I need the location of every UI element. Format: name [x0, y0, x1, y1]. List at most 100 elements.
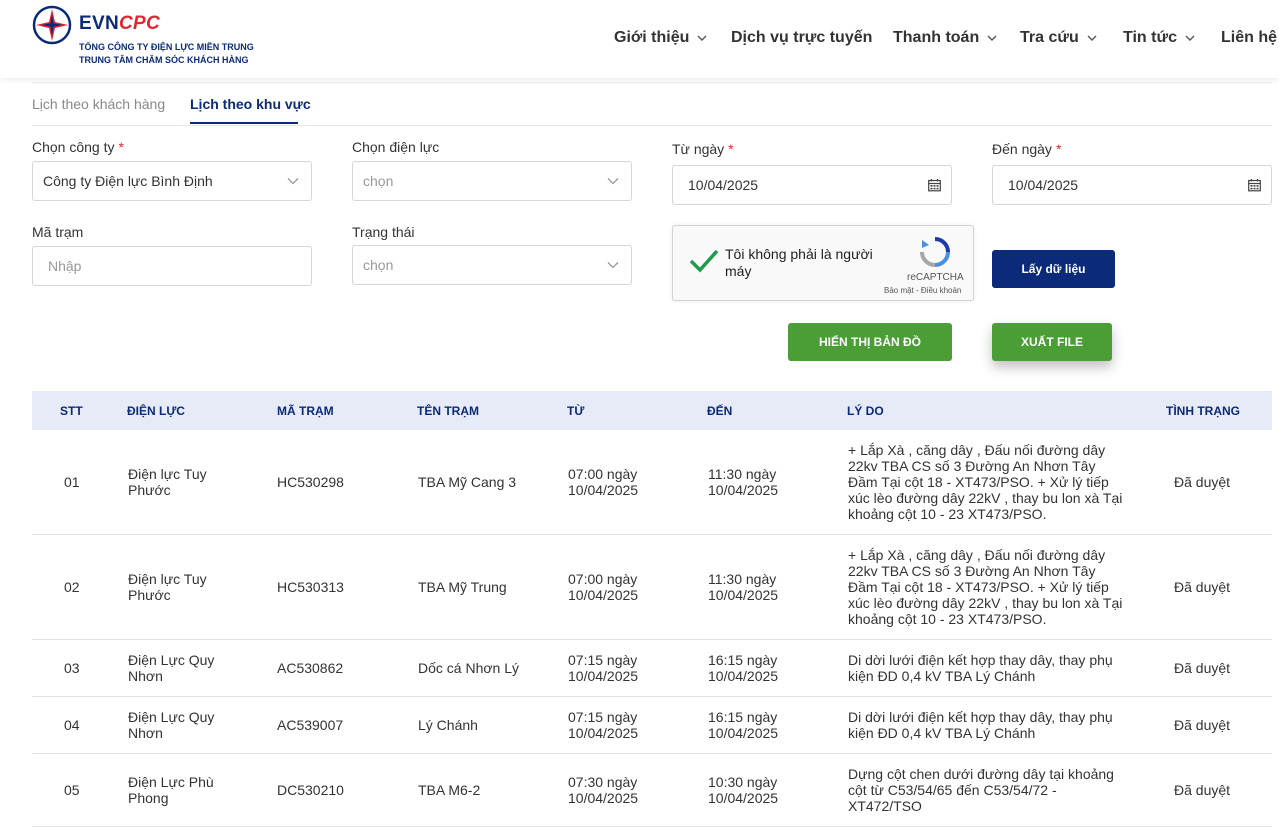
cell-ten-tram: TBA M6-2 — [418, 782, 481, 798]
cell-tu: 07:15 ngày 10/04/2025 — [568, 652, 639, 684]
table-row: 05 Điện Lực Phù Phong DC530210 TBA M6-2 … — [32, 754, 1272, 827]
cell-ly-do: Di dời lưới điện kết hợp thay dây, thay … — [848, 652, 1113, 684]
captcha-label: Tôi không phải là người máy — [725, 246, 873, 279]
cell-tu: 07:00 ngày 10/04/2025 — [568, 571, 639, 603]
chevron-down-icon — [1087, 35, 1097, 41]
cell-dien-luc: Điện Lực Phù Phong — [128, 774, 214, 806]
tab-lich-theo-khu-vuc[interactable]: Lịch theo khu vực — [190, 96, 311, 112]
checkmark-icon[interactable] — [689, 248, 719, 274]
branch-label: Chọn điện lực — [352, 139, 440, 155]
fetch-data-button[interactable]: Lấy dữ liệu — [992, 250, 1115, 288]
cell-tu: 07:00 ngày 10/04/2025 — [568, 466, 639, 498]
cell-ten-tram: TBA Mỹ Trung — [418, 579, 507, 595]
company-label: Chọn công ty * — [32, 139, 124, 155]
site-header: EVNCPC TỔNG CÔNG TY ĐIỆN LỰC MIỀN TRUNG … — [0, 0, 1279, 78]
status-label: Trạng thái — [352, 224, 415, 240]
from-date-label: Từ ngày * — [672, 141, 734, 157]
table-row: 04 Điện Lực Quy Nhơn AC539007 Lý Chánh 0… — [32, 697, 1272, 754]
cell-ma-tram: AC539007 — [277, 717, 344, 733]
cell-den: 11:30 ngày 10/04/2025 — [708, 571, 779, 603]
status-select[interactable]: chọn — [352, 245, 632, 285]
cell-stt: 01 — [64, 474, 80, 490]
cell-dien-luc: Điện lực Tuy Phước — [128, 466, 207, 498]
calendar-icon[interactable] — [928, 179, 941, 192]
nav-tin-tuc[interactable]: Tin tức — [1123, 27, 1195, 49]
cell-den: 16:15 ngày 10/04/2025 — [708, 652, 779, 684]
nav-gioi-thieu[interactable]: Giới thiệu — [614, 27, 707, 49]
cell-tinh-trang: Đã duyệt — [1174, 782, 1231, 798]
from-date-input[interactable]: 10/04/2025 — [672, 165, 952, 205]
cell-stt: 02 — [64, 579, 80, 595]
station-code-label: Mã trạm — [32, 224, 84, 240]
tab-lich-theo-khach-hang[interactable]: Lịch theo khách hàng — [32, 96, 165, 112]
table-row: 01 Điện lực Tuy Phước HC530298 TBA Mỹ Ca… — [32, 430, 1272, 535]
cell-tinh-trang: Đã duyệt — [1174, 474, 1231, 490]
nav-tra-cuu[interactable]: Tra cứu — [1020, 27, 1097, 49]
branch-select[interactable]: chọn — [352, 161, 632, 201]
cell-ten-tram: TBA Mỹ Cang 3 — [418, 474, 517, 490]
cell-stt: 04 — [64, 717, 80, 733]
cell-tu: 07:15 ngày 10/04/2025 — [568, 709, 639, 741]
recaptcha-logo-icon — [920, 237, 950, 267]
cell-ly-do: Di dời lưới điện kết hợp thay dây, thay … — [848, 709, 1113, 741]
evncpc-logo[interactable]: EVNCPC TỔNG CÔNG TY ĐIỆN LỰC MIỀN TRUNG … — [32, 5, 272, 69]
cell-ten-tram: Dốc cá Nhơn Lý — [418, 660, 520, 676]
column-header-stt: STT — [60, 404, 83, 418]
brand-name: EVNCPC — [79, 13, 160, 34]
chevron-down-icon — [1185, 35, 1195, 41]
cell-den: 10:30 ngày 10/04/2025 — [708, 774, 779, 806]
nav-lien-he[interactable]: Liên hệ — [1221, 27, 1277, 49]
chevron-down-icon — [697, 35, 707, 41]
cell-stt: 05 — [64, 782, 80, 798]
to-date-label: Đến ngày * — [992, 141, 1062, 157]
chevron-down-icon — [607, 178, 619, 185]
cell-den: 16:15 ngày 10/04/2025 — [708, 709, 779, 741]
cell-ly-do: + Lắp Xà , căng dây , Đấu nối đường dây … — [848, 547, 1123, 627]
cell-ma-tram: AC530862 — [277, 660, 344, 676]
company-name-line2: TRUNG TÂM CHĂM SÓC KHÁCH HÀNG — [79, 55, 249, 65]
column-header-ten-tram: TÊN TRẠM — [417, 404, 479, 418]
column-header-ma-tram: MÃ TRẠM — [277, 404, 334, 418]
table-row: 03 Điện Lực Quy Nhơn AC530862 Dốc cá Nhơ… — [32, 640, 1272, 697]
station-code-input[interactable] — [32, 246, 312, 286]
to-date-input[interactable]: 10/04/2025 — [992, 165, 1272, 205]
cell-tinh-trang: Đã duyệt — [1174, 717, 1231, 733]
divider — [32, 125, 1272, 126]
column-header-den: ĐẾN — [707, 404, 733, 418]
export-file-button[interactable]: XUẤT FILE — [992, 323, 1112, 361]
cell-ly-do: Dựng cột chen dưới đường dây tại khoảng … — [848, 766, 1114, 814]
divider — [32, 82, 1272, 83]
evn-star-icon — [32, 5, 72, 45]
column-header-dien-luc: ĐIỆN LỰC — [127, 404, 185, 418]
cell-den: 11:30 ngày 10/04/2025 — [708, 466, 779, 498]
cell-ly-do: + Lắp Xà , căng dây , Đấu nối đường dây … — [848, 442, 1123, 522]
column-header-tu: TỪ — [567, 404, 585, 418]
column-header-ly-do: LÝ DO — [847, 404, 884, 418]
show-map-button[interactable]: HIỂN THỊ BẢN ĐỒ — [788, 323, 952, 361]
cell-tinh-trang: Đã duyệt — [1174, 660, 1231, 676]
chevron-down-icon — [607, 262, 619, 269]
company-name-line1: TỔNG CÔNG TY ĐIỆN LỰC MIỀN TRUNG — [79, 42, 254, 52]
column-header-tinh-trang: TÌNH TRẠNG — [1166, 404, 1240, 418]
cell-tinh-trang: Đã duyệt — [1174, 579, 1231, 595]
company-select[interactable]: Công ty Điện lực Bình Định — [32, 161, 312, 201]
cell-dien-luc: Điện lực Tuy Phước — [128, 571, 207, 603]
cell-dien-luc: Điện Lực Quy Nhơn — [128, 652, 215, 684]
table-row: 02 Điện lực Tuy Phước HC530313 TBA Mỹ Tr… — [32, 535, 1272, 640]
recaptcha-widget: Tôi không phải là người máy reCAPTCHA Bả… — [672, 225, 974, 301]
cell-ma-tram: HC530313 — [277, 579, 344, 595]
cell-ten-tram: Lý Chánh — [418, 717, 478, 733]
cell-stt: 03 — [64, 660, 80, 676]
calendar-icon[interactable] — [1248, 179, 1261, 192]
chevron-down-icon — [987, 35, 997, 41]
nav-dich-vu-truc-tuyen[interactable]: Dịch vụ trực tuyến — [731, 27, 872, 49]
chevron-down-icon — [287, 178, 299, 185]
table-header: STT ĐIỆN LỰC MÃ TRẠM TÊN TRẠM TỪ ĐẾN LÝ … — [32, 391, 1272, 430]
nav-thanh-toan[interactable]: Thanh toán — [893, 27, 997, 49]
recaptcha-links[interactable]: Bảo mật - Điều khoản — [884, 286, 961, 295]
active-tab-indicator — [190, 122, 298, 124]
cell-ma-tram: DC530210 — [277, 782, 344, 798]
recaptcha-brand: reCAPTCHA — [907, 272, 964, 283]
cell-tu: 07:30 ngày 10/04/2025 — [568, 774, 639, 806]
cell-dien-luc: Điện Lực Quy Nhơn — [128, 709, 215, 741]
